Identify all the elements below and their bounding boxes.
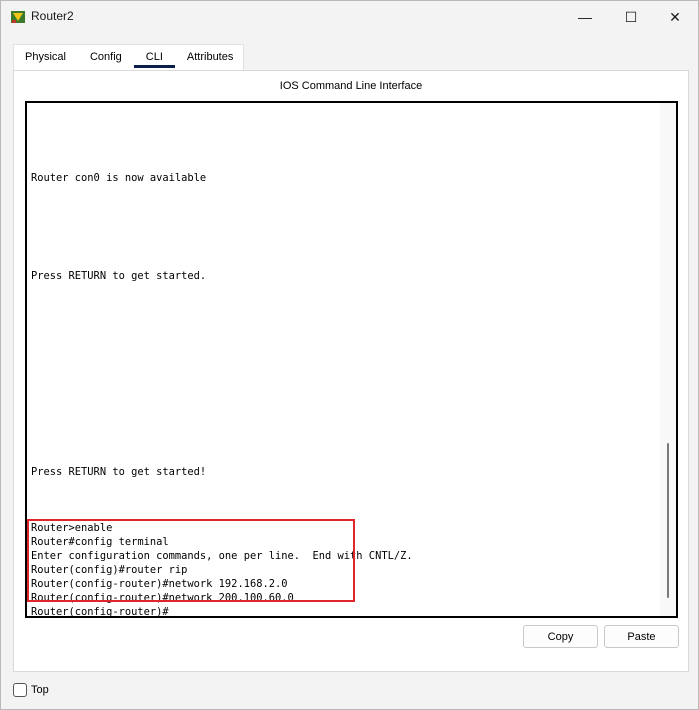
minimize-button[interactable]: — — [562, 1, 608, 33]
panel-title: IOS Command Line Interface — [279, 80, 423, 92]
close-icon: ✕ — [669, 8, 681, 25]
tab-bar: Physical Config CLI Attributes — [13, 44, 245, 70]
title-bar[interactable]: Router2 — ☐ ✕ — [1, 1, 698, 33]
highlight-annotation — [27, 519, 355, 602]
scroll-thumb[interactable] — [667, 443, 669, 598]
console-line: Press RETURN to get started! — [31, 466, 207, 478]
minimize-icon: — — [578, 9, 592, 25]
close-button[interactable]: ✕ — [652, 1, 698, 33]
router-window: Router2 — ☐ ✕ Physical Config CLI Attrib… — [0, 0, 699, 710]
console-scrollbar[interactable] — [660, 103, 676, 616]
window-title: Router2 — [31, 9, 74, 23]
console-line: Router con0 is now available — [31, 172, 207, 184]
tab-attributes[interactable]: Attributes — [175, 44, 245, 70]
console-line: Press RETURN to get started. — [31, 270, 207, 282]
tab-physical[interactable]: Physical — [13, 44, 78, 70]
top-label: Top — [31, 684, 49, 696]
top-checkbox[interactable] — [13, 683, 27, 697]
router-app-icon — [11, 11, 25, 23]
cli-panel: IOS Command Line Interface Router con0 i… — [13, 70, 689, 672]
paste-button[interactable]: Paste — [604, 625, 679, 648]
copy-button[interactable]: Copy — [523, 625, 598, 648]
maximize-icon: ☐ — [624, 8, 638, 25]
cli-console[interactable]: Router con0 is now available Press RETUR… — [25, 101, 678, 618]
tab-config[interactable]: Config — [78, 44, 134, 70]
console-line: Router(config-router)# — [31, 606, 169, 618]
maximize-button[interactable]: ☐ — [608, 1, 654, 33]
tab-cli[interactable]: CLI — [133, 44, 176, 70]
